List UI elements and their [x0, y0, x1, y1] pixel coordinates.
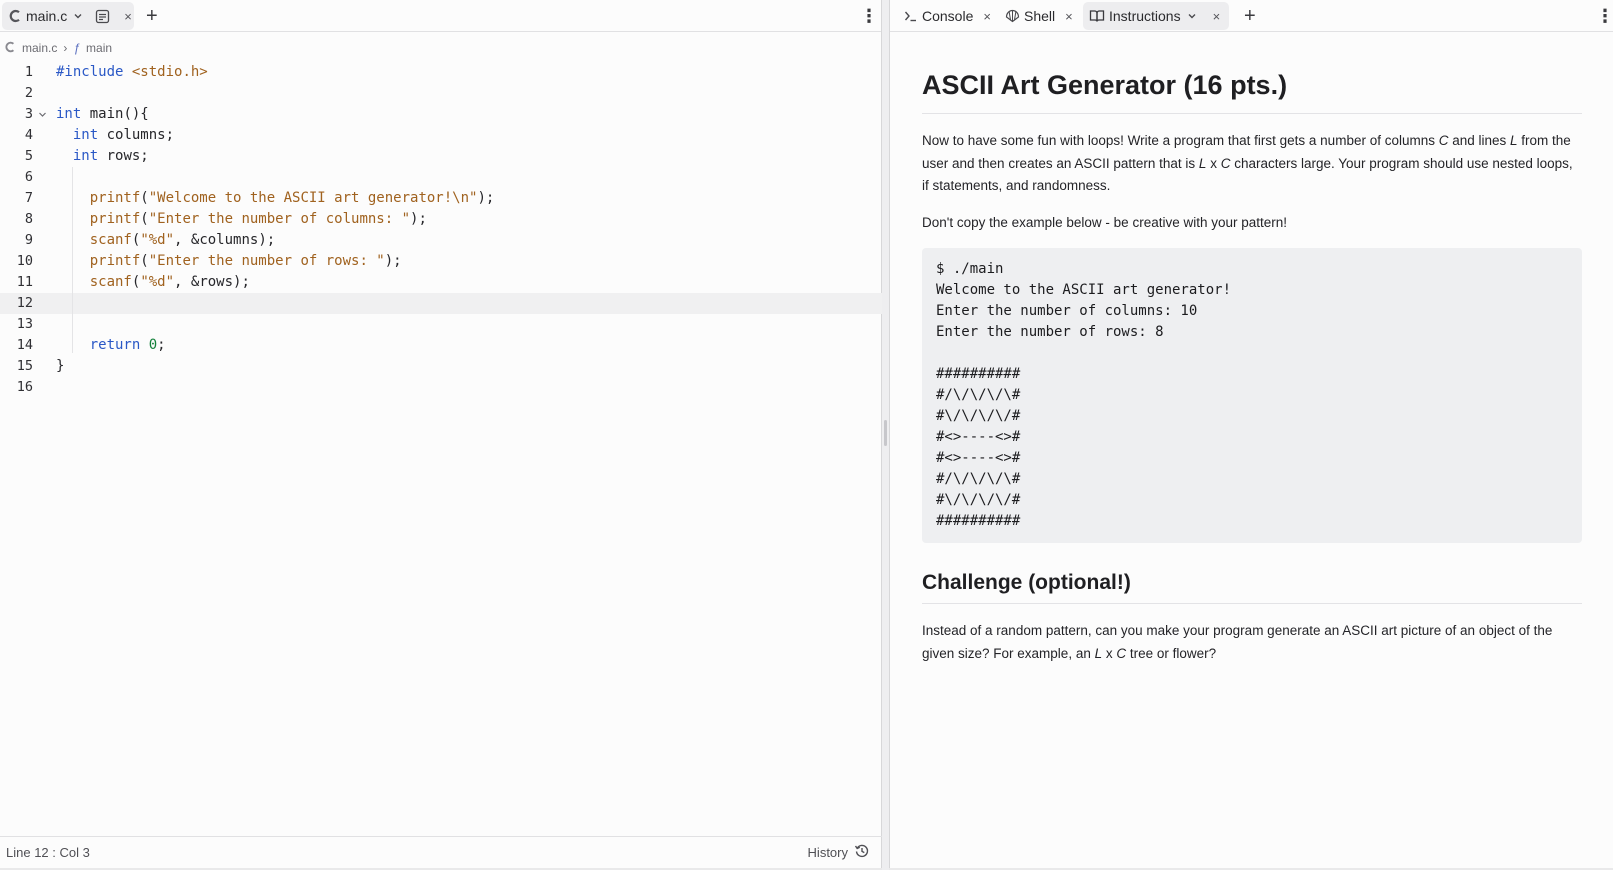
code-line[interactable]: 1 #include <stdio.h>: [0, 62, 882, 83]
breadcrumb: main.c › ƒ main: [4, 38, 118, 58]
example-output-codeblock: $ ./main Welcome to the ASCII art genera…: [922, 248, 1582, 543]
new-tab-button[interactable]: +: [1244, 3, 1256, 29]
line-number: 6: [24, 169, 33, 185]
chevron-down-icon[interactable]: [1187, 11, 1197, 21]
code-line[interactable]: 14 return 0;: [0, 335, 882, 356]
code-line[interactable]: 5 int rows;: [0, 146, 882, 167]
tab-shell-label: Shell: [1024, 8, 1056, 24]
status-bar: Line 12 : Col 3 History: [0, 836, 882, 868]
tab-main-c-label: main.c: [26, 8, 68, 24]
indent-guide: [72, 167, 73, 353]
instructions-note: Don't copy the example below - be creati…: [922, 214, 1288, 230]
replit-workspace: main.c × + ⋮ main.c › ƒ main 1 #include <…: [0, 0, 1613, 870]
line-number: 5: [24, 148, 33, 164]
code-text: scanf("%d", &columns);: [89, 232, 276, 248]
editor-tab-bar: main.c × + ⋮: [0, 0, 881, 32]
line-number: 3: [24, 106, 33, 122]
line-number: 1: [24, 64, 33, 80]
new-tab-button[interactable]: +: [146, 3, 158, 29]
code-line[interactable]: 8 printf("Enter the number of columns: "…: [0, 209, 882, 230]
chevron-down-icon[interactable]: [73, 11, 83, 21]
history-icon: [854, 843, 870, 862]
splitter-handle[interactable]: [884, 420, 887, 446]
code-line[interactable]: 7 printf("Welcome to the ASCII art gener…: [0, 188, 882, 209]
close-icon[interactable]: ×: [1065, 9, 1073, 24]
terminal-prompt-icon: [904, 10, 918, 22]
chevron-right-icon: ›: [63, 41, 68, 55]
code-text: int rows;: [72, 148, 149, 164]
line-number: 8: [24, 211, 33, 227]
code-line[interactable]: 9 scanf("%d", &columns);: [0, 230, 882, 251]
line-number: 11: [16, 274, 33, 290]
instructions-title: ASCII Art Generator (16 pts.): [922, 70, 1582, 114]
tab-console-label: Console: [922, 8, 974, 24]
code-line[interactable]: 13: [0, 314, 882, 335]
line-number: 4: [24, 127, 33, 143]
file-view-icon[interactable]: [95, 9, 110, 24]
code-text: #include <stdio.h>: [56, 64, 208, 80]
history-button[interactable]: History: [808, 843, 876, 862]
line-number: 15: [16, 358, 33, 374]
line-number: 7: [24, 190, 33, 206]
instructions-paragraph: Now to have some fun with loops! Write a…: [922, 133, 1573, 193]
close-icon[interactable]: ×: [1213, 9, 1221, 24]
breadcrumb-symbol[interactable]: main: [86, 41, 112, 55]
line-number: 16: [16, 379, 33, 395]
c-file-icon: [4, 41, 16, 56]
tab-console[interactable]: Console ×: [898, 2, 997, 30]
function-icon: ƒ: [73, 41, 81, 55]
code-text: printf("Enter the number of rows: ");: [89, 253, 402, 269]
tab-shell[interactable]: Shell ×: [999, 2, 1079, 30]
tools-pane: Console × Shell × Instructions × + ⋮ ASC…: [889, 0, 1613, 868]
code-line[interactable]: 15}: [0, 356, 882, 377]
code-text: int columns;: [72, 127, 175, 143]
code-line[interactable]: 16: [0, 377, 882, 398]
line-number: 2: [24, 85, 33, 101]
tab-main-c[interactable]: main.c ×: [2, 2, 134, 30]
challenge-paragraph: Instead of a random pattern, can you mak…: [922, 623, 1553, 661]
tab-instructions[interactable]: Instructions ×: [1083, 2, 1229, 30]
instructions-document: ASCII Art Generator (16 pts.) Now to hav…: [922, 70, 1582, 679]
tools-tab-bar: Console × Shell × Instructions × + ⋮: [890, 0, 1613, 32]
code-editor[interactable]: 1 #include <stdio.h> 2 3 int main(){ 4 int co…: [0, 62, 882, 398]
line-number: 12: [16, 295, 33, 311]
code-text: }: [56, 358, 65, 374]
code-line[interactable]: 12: [0, 293, 882, 314]
tab-instructions-label: Instructions: [1109, 8, 1181, 24]
code-text: printf("Welcome to the ASCII art generat…: [89, 190, 495, 206]
code-line[interactable]: 2: [0, 83, 882, 104]
code-line[interactable]: 4 int columns;: [0, 125, 882, 146]
book-icon: [1089, 9, 1105, 23]
line-number: 9: [24, 232, 33, 248]
code-text: scanf("%d", &rows);: [89, 274, 250, 290]
pane-splitter[interactable]: [882, 0, 889, 870]
line-number: 13: [16, 316, 33, 332]
code-line[interactable]: 6: [0, 167, 882, 188]
cursor-position: Line 12 : Col 3: [6, 845, 90, 860]
editor-menu-icon[interactable]: ⋮: [860, 5, 878, 27]
close-icon[interactable]: ×: [983, 9, 991, 24]
breadcrumb-file[interactable]: main.c: [22, 41, 57, 55]
code-line[interactable]: 11 scanf("%d", &rows);: [0, 272, 882, 293]
line-number: 14: [16, 337, 33, 353]
challenge-heading: Challenge (optional!): [922, 571, 1582, 604]
code-line[interactable]: 10 printf("Enter the number of rows: ");: [0, 251, 882, 272]
shell-icon: [1005, 9, 1020, 23]
close-icon[interactable]: ×: [124, 9, 132, 24]
editor-pane: main.c × + ⋮ main.c › ƒ main 1 #include <…: [0, 0, 882, 868]
history-label: History: [807, 845, 848, 860]
line-number: 10: [16, 253, 33, 269]
tools-menu-icon[interactable]: ⋮: [1596, 5, 1613, 27]
code-text: int main(){: [56, 106, 149, 122]
code-line[interactable]: 3 int main(){: [0, 104, 882, 125]
code-text: printf("Enter the number of columns: ");: [89, 211, 427, 227]
c-file-icon: [8, 9, 22, 23]
